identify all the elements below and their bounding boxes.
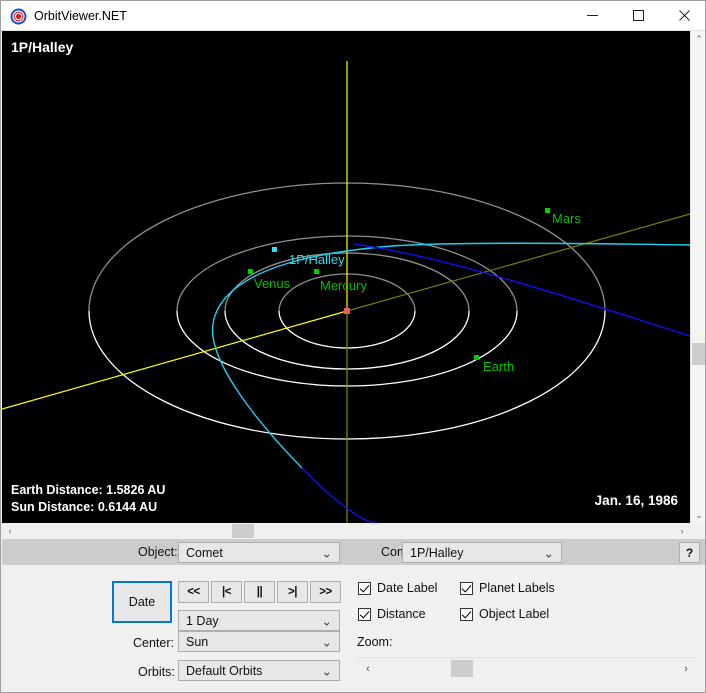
checkbox-distance[interactable]: Distance: [358, 607, 426, 621]
view-vertical-scrollbar[interactable]: ⌃ ⌄: [690, 31, 705, 523]
mars-marker: [545, 208, 550, 213]
window-title: OrbitViewer.NET: [34, 9, 127, 23]
orbit-canvas[interactable]: 1P/Halley 1P/Halley Venus Mercury Earth …: [2, 31, 690, 523]
orbitviewer-window: OrbitViewer.NET 1P/Halley 1P/Halley Venu…: [0, 0, 706, 693]
comet-select-value: 1P/Halley: [410, 545, 464, 560]
view-horizontal-scrollbar[interactable]: ‹ ›: [2, 523, 690, 539]
zoom-in-icon[interactable]: ›: [675, 658, 697, 679]
orbits-field-label: Orbits:: [138, 665, 175, 679]
axis-x-front: [2, 310, 348, 410]
comet-orbit-below-left: [301, 467, 378, 523]
scrollbar-corner: [690, 523, 705, 539]
control-panel: Object: Comet ⌄ Comet: 1P/Halley ⌄ ? Dat…: [2, 539, 705, 692]
step-forward-button[interactable]: >|: [277, 581, 308, 603]
maximize-icon: [632, 10, 644, 21]
date-button[interactable]: Date: [112, 581, 172, 623]
title-bar: OrbitViewer.NET: [1, 1, 705, 31]
vertical-scroll-thumb[interactable]: [692, 343, 705, 365]
checkbox-date-label-text: Date Label: [377, 581, 438, 595]
close-icon: [678, 10, 690, 21]
close-button[interactable]: [661, 1, 705, 30]
checkbox-icon[interactable]: [460, 607, 473, 621]
scroll-right-icon[interactable]: ›: [674, 523, 690, 539]
help-button[interactable]: ?: [679, 542, 700, 563]
checkbox-icon[interactable]: [460, 581, 473, 595]
checkbox-icon[interactable]: [358, 581, 371, 595]
rewind-button[interactable]: <<: [178, 581, 209, 603]
chevron-down-icon: ⌄: [543, 546, 554, 560]
earth-marker: [474, 355, 479, 360]
minimize-button[interactable]: [569, 1, 615, 30]
scroll-up-icon[interactable]: ⌃: [691, 31, 705, 47]
orbit-view-area: 1P/Halley 1P/Halley Venus Mercury Earth …: [2, 31, 705, 539]
minimize-icon: [586, 15, 598, 16]
chevron-down-icon: ⌄: [321, 614, 332, 628]
comet-marker: [272, 247, 277, 252]
checkbox-date-label[interactable]: Date Label: [358, 581, 437, 595]
comet-select[interactable]: 1P/Halley ⌄: [402, 542, 562, 563]
checkbox-planet-labels[interactable]: Planet Labels: [460, 581, 555, 595]
orbits-select[interactable]: Default Orbits ⌄: [178, 660, 340, 681]
comet-orbit-below-right: [353, 243, 690, 337]
zoom-out-icon[interactable]: ‹: [357, 658, 379, 679]
zoom-field-label: Zoom:: [357, 635, 393, 649]
step-back-button[interactable]: |<: [211, 581, 242, 603]
pause-button[interactable]: ||: [244, 581, 275, 603]
center-select[interactable]: Sun ⌄: [178, 631, 340, 652]
chevron-down-icon: ⌄: [321, 664, 332, 678]
time-step-select[interactable]: 1 Day ⌄: [178, 610, 340, 631]
venus-marker: [248, 269, 253, 274]
maximize-button[interactable]: [615, 1, 661, 30]
orbits-select-value: Default Orbits: [186, 663, 263, 678]
fast-forward-button[interactable]: >>: [310, 581, 341, 603]
orbit-icon: [10, 8, 27, 25]
zoom-slider-thumb[interactable]: [451, 660, 473, 677]
axis-x-back: [346, 213, 690, 312]
scroll-left-icon[interactable]: ‹: [2, 523, 18, 539]
horizontal-scroll-thumb[interactable]: [232, 524, 254, 538]
checkbox-object-label[interactable]: Object Label: [460, 607, 549, 621]
checkbox-planet-labels-text: Planet Labels: [479, 581, 555, 595]
checkbox-object-label-text: Object Label: [479, 607, 550, 621]
sun-marker: [344, 308, 350, 314]
object-select[interactable]: Comet ⌄: [178, 542, 340, 563]
object-select-value: Comet: [186, 545, 223, 560]
chevron-down-icon: ⌄: [321, 635, 332, 649]
orbit-diagram: [2, 61, 690, 523]
comet-orbit-above: [211, 242, 690, 469]
time-step-value: 1 Day: [186, 613, 219, 628]
center-select-value: Sun: [186, 634, 209, 649]
selector-row: [2, 539, 705, 565]
checkbox-icon[interactable]: [358, 607, 371, 621]
zoom-slider[interactable]: ‹ ›: [357, 657, 697, 679]
object-field-label: Object:: [138, 545, 178, 559]
center-field-label: Center:: [133, 636, 174, 650]
mercury-marker: [314, 269, 319, 274]
scroll-down-icon[interactable]: ⌄: [691, 507, 705, 523]
checkbox-distance-text: Distance: [377, 607, 426, 621]
chevron-down-icon: ⌄: [321, 546, 332, 560]
